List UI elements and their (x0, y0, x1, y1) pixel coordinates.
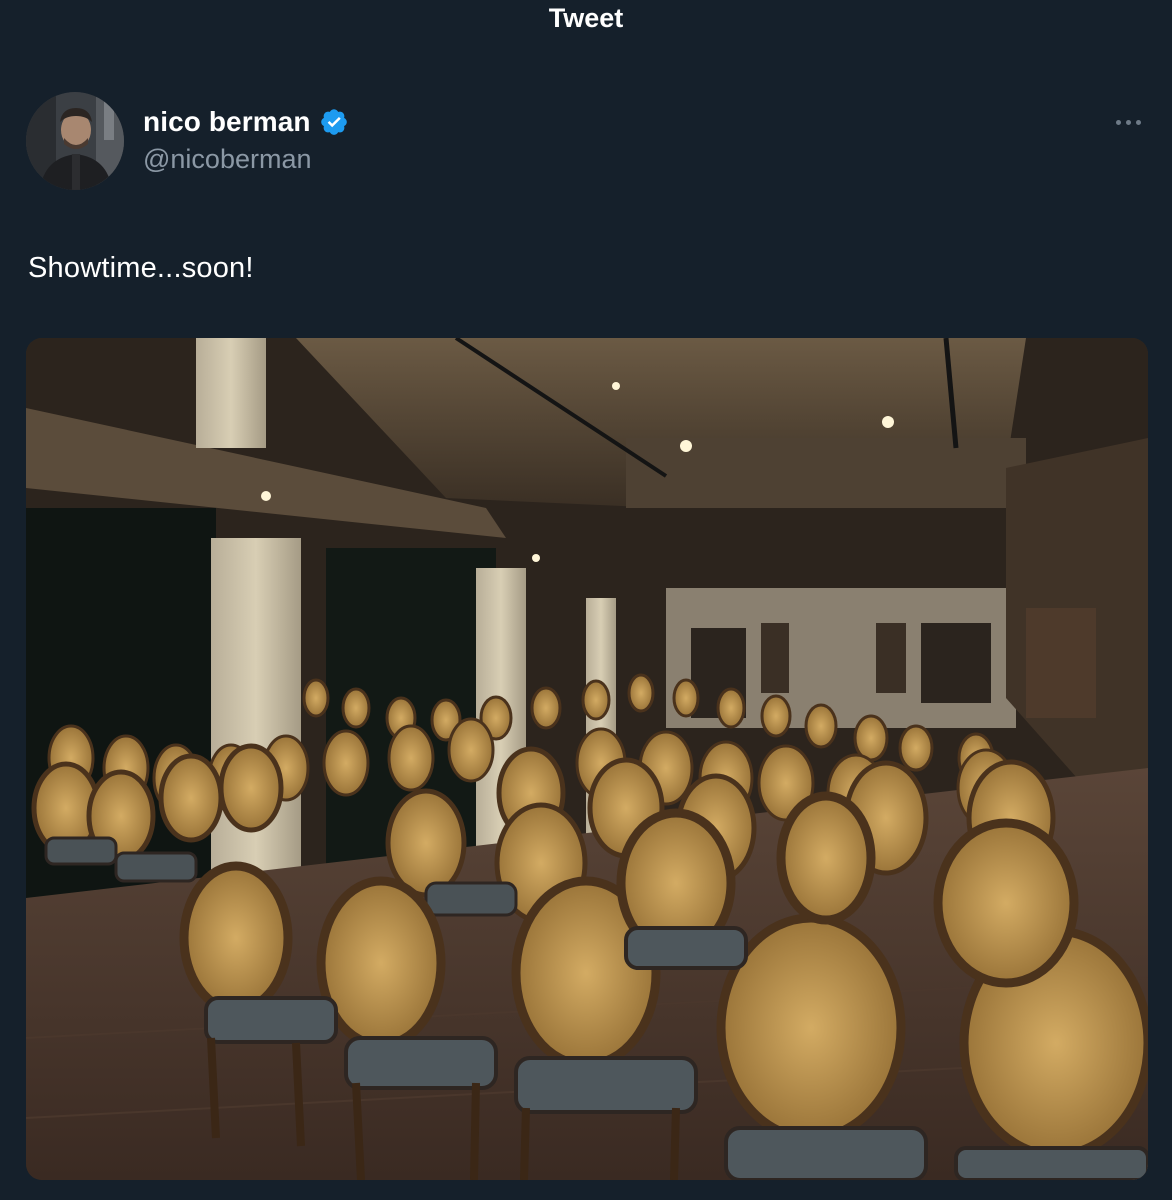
author-name-block: nico berman @nicoberman (143, 104, 349, 175)
tweet-media-photo[interactable] (26, 338, 1148, 1180)
verified-badge-icon[interactable] (319, 107, 349, 137)
event-hall-photo-icon (26, 338, 1148, 1180)
tweet-detail-screen: Tweet nico berman @nicoberman Showtime..… (0, 0, 1172, 1200)
page-title: Tweet (548, 2, 624, 33)
dot (1125, 119, 1131, 125)
avatar-photo-icon (26, 92, 124, 190)
avatar[interactable] (26, 92, 124, 190)
more-options-icon[interactable] (1110, 110, 1146, 134)
author-handle[interactable]: @nicoberman (143, 144, 349, 175)
author-display-name[interactable]: nico berman (143, 106, 311, 138)
tweet-text: Showtime...soon! (28, 252, 254, 284)
tweet-author-row: nico berman @nicoberman (26, 92, 1146, 192)
dot (1135, 119, 1141, 125)
display-name-line: nico berman (143, 104, 349, 140)
top-navigation-bar: Tweet (0, 0, 1172, 40)
dot (1115, 119, 1121, 125)
